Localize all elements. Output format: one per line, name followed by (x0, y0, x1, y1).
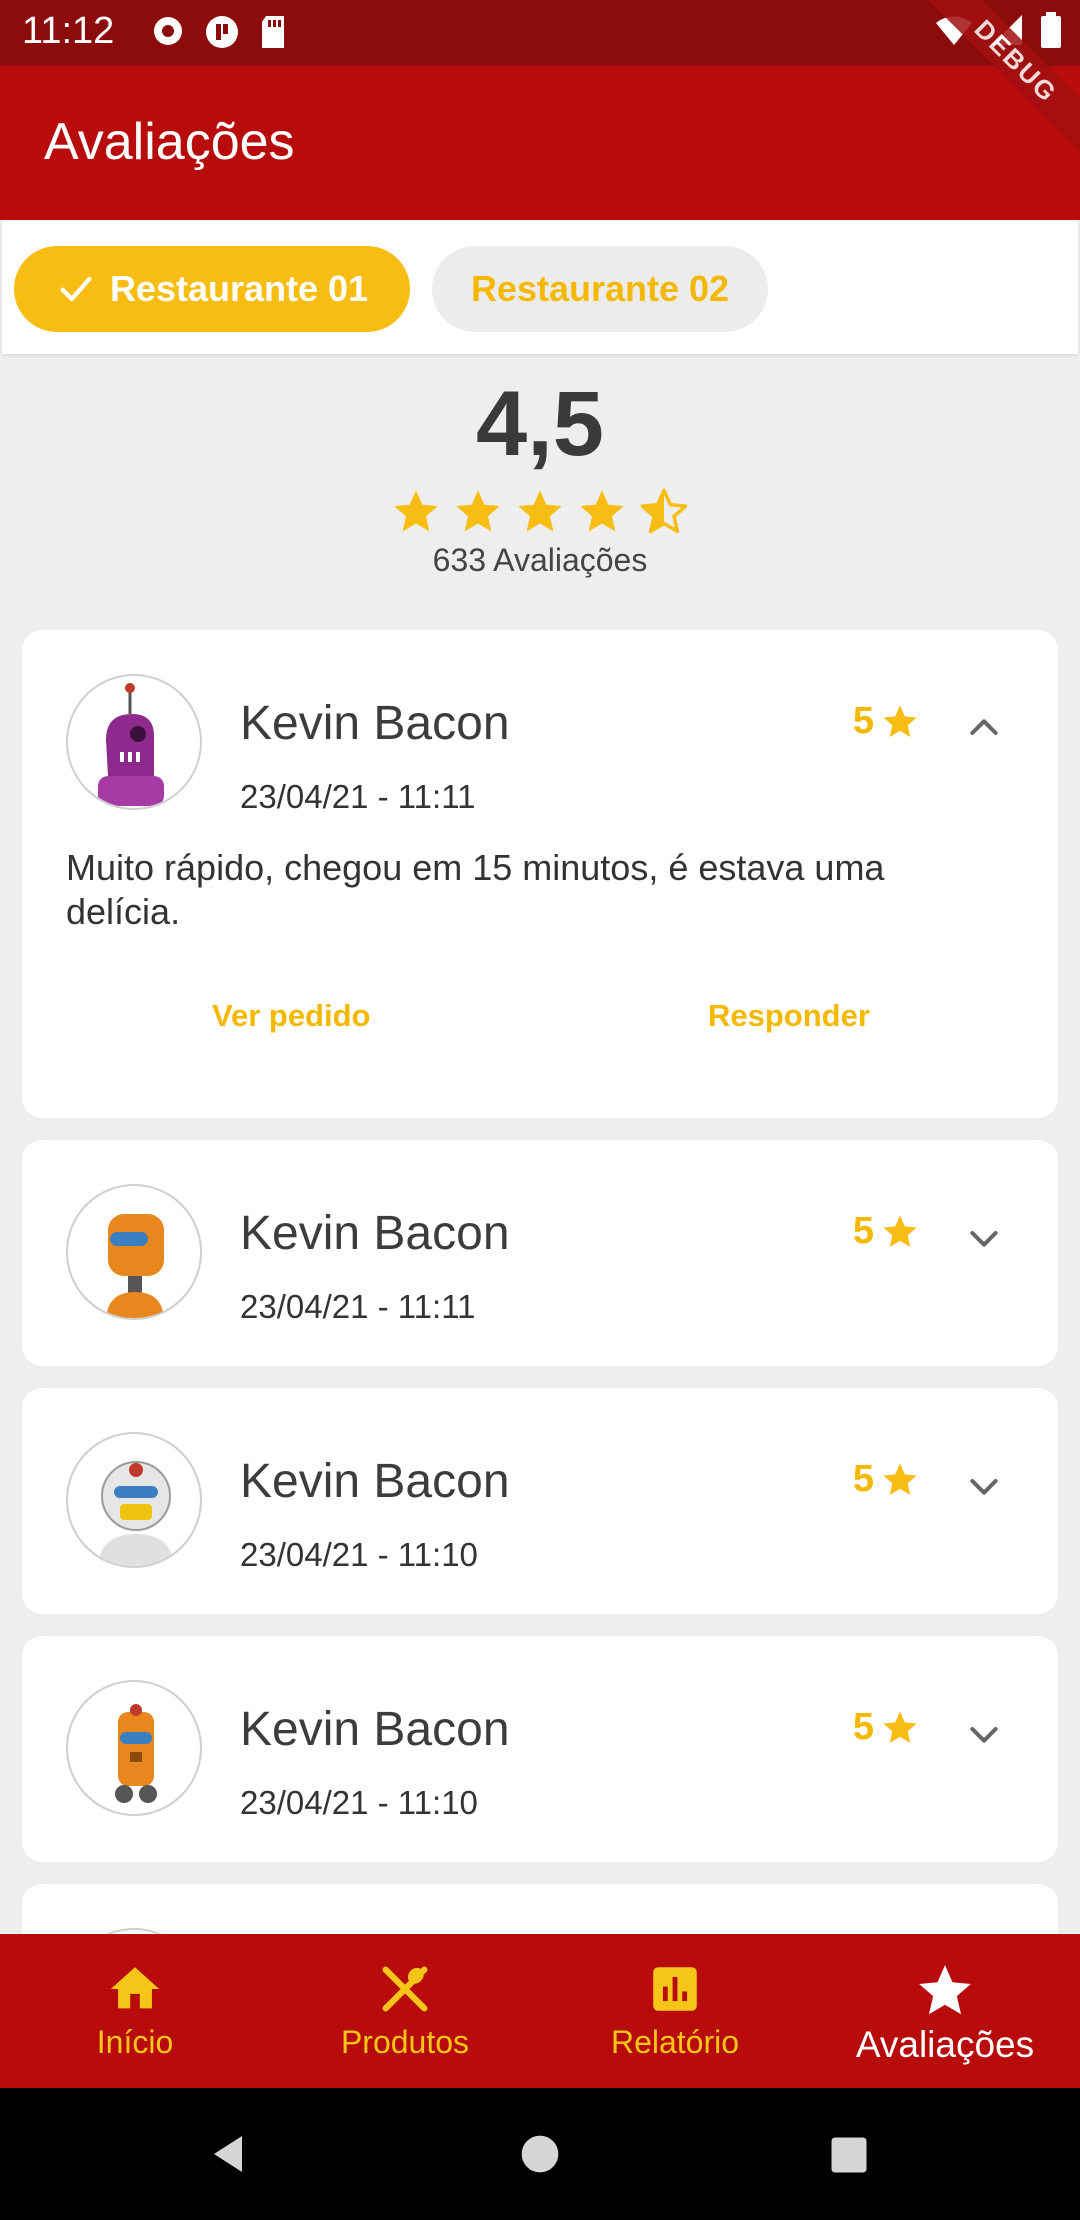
avatar (66, 1680, 202, 1816)
nav-label: Relatório (610, 2024, 740, 2060)
location-icon (154, 17, 182, 45)
review-date: 23/04/21 - 11:11 (240, 778, 476, 815)
average-rating: 4,5 (476, 373, 604, 475)
star-half-icon (640, 488, 688, 534)
chevron-up-icon[interactable] (964, 708, 1004, 748)
review-card[interactable]: Kevin Bacon 23/04/21 - 11:11 5 Muito ráp… (22, 630, 1058, 1118)
star-icon (883, 1462, 917, 1495)
star-icon (518, 490, 562, 532)
utensils-icon (382, 1966, 428, 2012)
nav-item-avaliacoes[interactable]: Avaliações (810, 1934, 1080, 2088)
review-date: 23/04/21 - 11:10 (240, 1536, 478, 1573)
nav-label: Início (96, 2024, 174, 2060)
review-date: 23/04/21 - 11:10 (240, 1784, 478, 1821)
debug-banner: DEBUG (910, 0, 1080, 170)
review-card[interactable]: Kevin Bacon 23/04/21 - 11:10 5 (22, 1388, 1058, 1614)
star-icon (394, 490, 438, 532)
bar-chart-icon (653, 1967, 697, 2011)
star-icon (883, 704, 917, 737)
back-icon[interactable] (204, 2130, 252, 2178)
check-icon (60, 276, 92, 302)
chip-restaurante-02[interactable]: Restaurante 02 (432, 246, 768, 332)
star-icon (919, 1965, 971, 2015)
chip-label: Restaurante 01 (109, 268, 369, 309)
screen: 11:12 Avaliações DEBUG Restaurante 01 Re… (0, 0, 1080, 2220)
review-rating: 5 (853, 1458, 920, 1501)
nav-item-inicio[interactable]: Início (0, 1934, 270, 2088)
avatar (66, 1184, 202, 1320)
avatar (66, 674, 202, 810)
review-card[interactable]: Kevin Bacon 23/04/21 - 11:10 5 (22, 1636, 1058, 1862)
star-icon (883, 1710, 917, 1743)
nav-label: Produtos (340, 2024, 470, 2060)
star-icon (456, 490, 500, 532)
chevron-down-icon[interactable] (964, 1218, 1004, 1258)
chevron-down-icon[interactable] (964, 1714, 1004, 1754)
reply-button[interactable]: Responder (708, 998, 870, 1034)
status-time: 11:12 (22, 10, 115, 52)
star-icon (580, 490, 624, 532)
rating-summary: 4,5 633 Avaliações (0, 378, 1080, 579)
system-navigation-bar (0, 2088, 1080, 2220)
notification-icons (150, 14, 288, 50)
chevron-down-icon[interactable] (964, 1466, 1004, 1506)
reviewer-name: Kevin Bacon (240, 1703, 510, 1756)
restaurant-filter-bar: Restaurante 01 Restaurante 02 (2, 220, 1078, 354)
sd-card-icon (262, 16, 284, 48)
page-title: Avaliações (44, 113, 295, 171)
avatar (66, 1432, 202, 1568)
review-rating: 5 (853, 700, 920, 743)
reviewer-name: Kevin Bacon (240, 1207, 510, 1260)
average-stars (0, 486, 1080, 538)
chip-restaurante-01[interactable]: Restaurante 01 (14, 246, 410, 332)
view-order-button[interactable]: Ver pedido (212, 998, 370, 1034)
nav-label: Avaliações (855, 2024, 1035, 2065)
recents-icon[interactable] (828, 2134, 870, 2176)
star-icon (883, 1214, 917, 1247)
chip-label: Restaurante 02 (470, 268, 730, 309)
bottom-navigation: Início Produtos Relatório Avaliações (0, 1934, 1080, 2088)
review-count: 633 Avaliações (432, 542, 648, 578)
home-icon (110, 1967, 160, 2009)
review-card[interactable]: Kevin Bacon 23/04/21 - 11:11 5 (22, 1140, 1058, 1366)
nav-item-produtos[interactable]: Produtos (270, 1934, 540, 2088)
review-rating: 5 (853, 1706, 920, 1749)
review-rating: 5 (853, 1210, 920, 1253)
app-notification-icon (206, 16, 238, 48)
review-date: 23/04/21 - 11:11 (240, 1288, 476, 1325)
review-comment: Muito rápido, chegou em 15 minutos, é es… (66, 847, 885, 932)
reviewer-name: Kevin Bacon (240, 1455, 510, 1508)
nav-item-relatorio[interactable]: Relatório (540, 1934, 810, 2088)
reviewer-name: Kevin Bacon (240, 697, 510, 750)
home-button-icon[interactable] (518, 2132, 562, 2176)
